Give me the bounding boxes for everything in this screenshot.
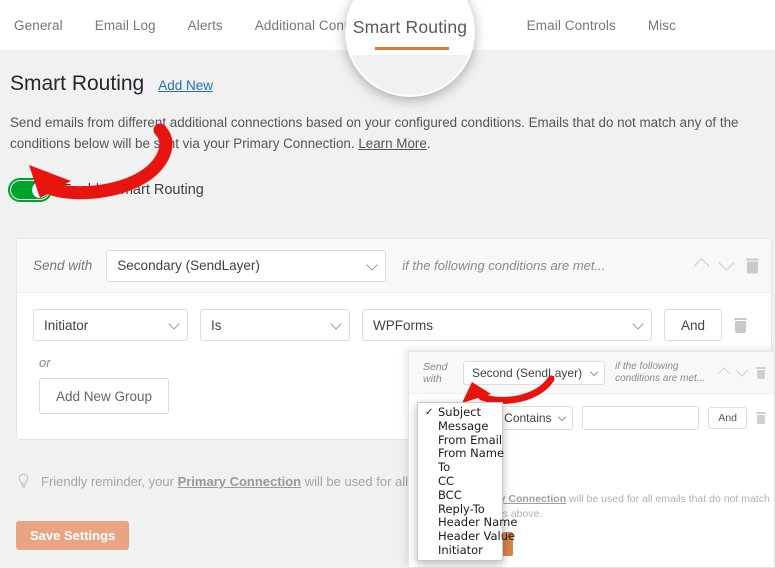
tab-misc[interactable]: Misc	[648, 18, 676, 33]
connection-select-value: Secondary (SendLayer)	[117, 258, 260, 273]
routing-rule-header: Send with Secondary (SendLayer) if the f…	[17, 239, 771, 293]
condition-field-dropdown-menu[interactable]: ✓ Subject Message From Email From Name To…	[417, 402, 517, 561]
dropdown-item-label: Message	[438, 418, 489, 433]
dropdown-item-label: CC	[438, 473, 455, 488]
chevron-down-icon	[557, 412, 567, 422]
move-down-icon[interactable]	[736, 364, 748, 377]
inset-conditions-note: if the following conditions are met...	[615, 360, 706, 384]
reminder-text-before: Friendly reminder, your	[41, 474, 178, 489]
save-settings-button[interactable]: Save Settings	[16, 521, 130, 550]
dropdown-item-header-value[interactable]: Header Value	[418, 529, 515, 544]
dropdown-item-to[interactable]: To	[418, 460, 502, 475]
enable-smart-routing-label: Enable Smart Routing	[62, 182, 204, 198]
condition-field-select[interactable]: Initiator	[33, 309, 188, 341]
dropdown-item-message[interactable]: Message	[418, 418, 502, 434]
inset-condition-value-input[interactable]	[582, 406, 700, 430]
lightbulb-icon	[18, 473, 29, 488]
page-heading: Smart Routing Add New	[10, 72, 213, 96]
delete-condition-icon[interactable]	[734, 317, 748, 333]
dropdown-item-label: Header Name	[438, 515, 518, 530]
delete-rule-icon[interactable]	[746, 258, 759, 273]
dropdown-item-reply-to[interactable]: Reply-To	[418, 501, 502, 517]
chevron-down-icon	[632, 318, 644, 330]
inset-connection-value: Second (SendLayer)	[472, 365, 583, 380]
inset-rule-header: Send with Second (SendLayer) if the foll…	[409, 352, 774, 394]
active-tab-underline	[375, 47, 449, 50]
inset-add-and-condition-button[interactable]: And	[708, 407, 747, 429]
condition-row: Initiator Is WPForms And	[33, 309, 755, 341]
chevron-down-icon	[330, 318, 342, 330]
inset-delete-condition-icon[interactable]	[755, 412, 767, 424]
dropdown-item-label: From Name	[438, 446, 505, 461]
toggle-knob	[32, 182, 48, 198]
tab-email-controls[interactable]: Email Controls	[527, 18, 616, 33]
dropdown-item-header-name[interactable]: Header Name	[418, 515, 517, 530]
page-title: Smart Routing	[10, 72, 145, 95]
tab-general[interactable]: General	[14, 18, 63, 33]
dropdown-item-label: BCC	[438, 487, 462, 502]
move-up-icon[interactable]	[693, 257, 710, 274]
dropdown-item-label: Header Value	[438, 529, 516, 544]
dropdown-item-label: Initiator	[438, 542, 483, 557]
dropdown-item-from-name[interactable]: From Name	[418, 446, 505, 461]
dropdown-item-cc[interactable]: CC	[418, 473, 502, 489]
add-and-condition-button[interactable]: And	[664, 309, 723, 341]
dropdown-item-initiator[interactable]: Initiator	[418, 542, 502, 558]
dropdown-item-label: Reply-To	[438, 501, 485, 516]
rule-header-tools	[693, 255, 759, 274]
move-down-icon[interactable]	[718, 255, 735, 271]
conditions-note: if the following conditions are met...	[402, 258, 606, 273]
inset-condition-operator-value: Contains	[504, 411, 552, 425]
magnifier-lens: Smart Routing	[345, 0, 475, 97]
enable-smart-routing-toggle[interactable]	[8, 178, 52, 202]
tab-email-log[interactable]: Email Log	[95, 18, 156, 33]
primary-connection-link[interactable]: Primary Connection	[178, 474, 302, 489]
condition-operator-value: Is	[211, 317, 222, 333]
page-description-period: .	[426, 136, 431, 151]
inset-condition-operator-select[interactable]: Contains	[495, 406, 574, 430]
add-new-link[interactable]: Add New	[158, 78, 213, 93]
dropdown-item-label: From Email	[438, 432, 503, 447]
chevron-down-icon	[366, 258, 378, 271]
dropdown-item-label: Subject	[438, 405, 481, 419]
dropdown-item-subject[interactable]: ✓ Subject	[418, 405, 502, 420]
learn-more-link[interactable]: Learn More	[358, 136, 426, 151]
move-up-icon[interactable]	[718, 366, 730, 379]
dropdown-item-label: To	[438, 460, 451, 475]
dropdown-item-bcc[interactable]: BCC	[418, 487, 502, 503]
chevron-down-icon	[589, 367, 599, 376]
chevron-down-icon	[168, 318, 180, 330]
condition-operator-select[interactable]: Is	[200, 309, 350, 341]
add-new-group-button[interactable]: Add New Group	[39, 378, 170, 414]
inset-connection-select[interactable]: Second (SendLayer)	[463, 360, 606, 385]
condition-value-text: WPForms	[373, 317, 433, 333]
magnified-tab-smart-routing[interactable]: Smart Routing	[347, 17, 473, 38]
dropdown-item-from-email[interactable]: From Email	[418, 432, 503, 448]
enable-smart-routing-row: Enable Smart Routing	[8, 178, 204, 202]
connection-select[interactable]: Secondary (SendLayer)	[106, 249, 387, 282]
inset-rule-header-tools	[718, 364, 766, 379]
delete-rule-icon[interactable]	[756, 366, 766, 379]
condition-value-select[interactable]: WPForms	[362, 309, 652, 341]
inset-send-with-label: Send with	[423, 360, 448, 385]
condition-field-value: Initiator	[44, 317, 89, 333]
send-with-label: Send with	[33, 258, 93, 273]
tab-alerts[interactable]: Alerts	[188, 18, 223, 33]
page-description: Send emails from different additional co…	[10, 112, 772, 154]
check-icon: ✓	[425, 407, 434, 418]
